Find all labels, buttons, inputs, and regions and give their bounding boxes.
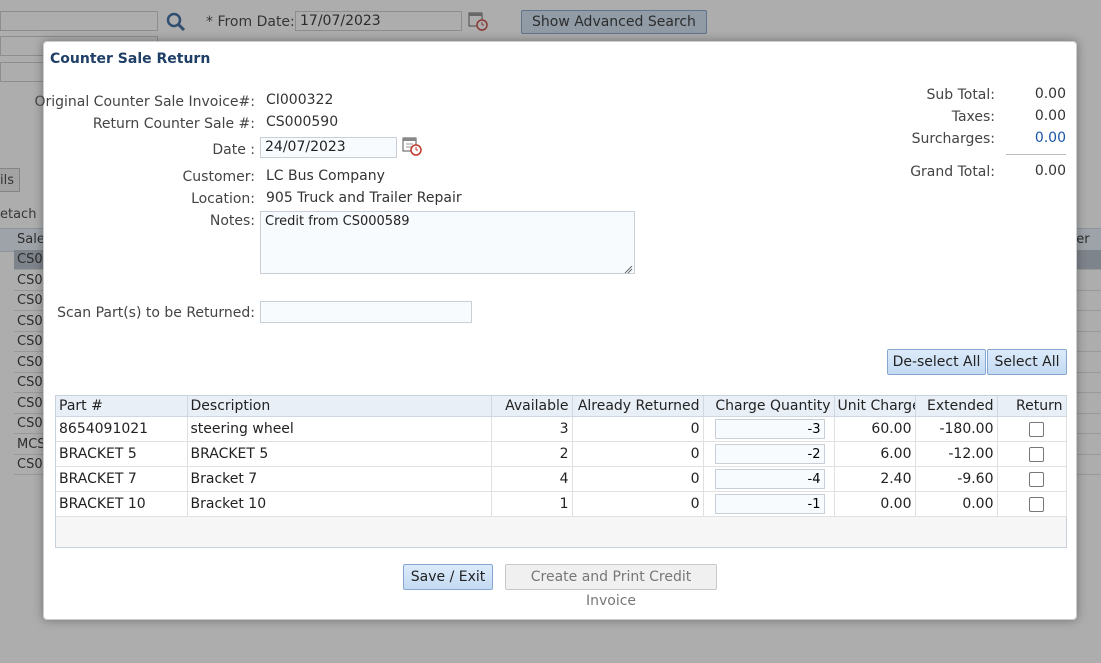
grand-total-label: Grand Total: <box>910 164 995 180</box>
return-sale-value: CS000590 <box>266 114 339 130</box>
parts-table: Part # Description Available Already Ret… <box>56 396 1067 517</box>
taxes-value: 0.00 <box>1034 108 1066 124</box>
col-return[interactable]: Return <box>997 396 1067 417</box>
part-number-cell: BRACKET 7 <box>56 466 188 492</box>
location-label: Location: <box>191 191 255 207</box>
scan-parts-input[interactable] <box>260 301 472 323</box>
charge-quantity-cell <box>703 466 835 492</box>
surcharges-link[interactable]: 0.00 <box>996 130 1066 146</box>
customer-value: LC Bus Company <box>266 168 385 184</box>
return-checkbox[interactable] <box>1028 446 1044 462</box>
extended-cell: -9.60 <box>915 466 998 492</box>
already-returned-cell: 0 <box>572 466 704 492</box>
unit-charge-cell: 2.40 <box>834 466 916 492</box>
table-header-row: Part # Description Available Already Ret… <box>56 396 1067 417</box>
original-invoice-label: Original Counter Sale Invoice#: <box>34 94 255 110</box>
unit-charge-cell: 6.00 <box>834 441 916 467</box>
charge-quantity-cell <box>703 441 835 467</box>
available-cell: 3 <box>491 416 573 442</box>
table-row[interactable]: BRACKET 10 Bracket 10 1 0 0.00 0.00 <box>56 491 1067 517</box>
part-number-cell: BRACKET 5 <box>56 441 188 467</box>
col-part-number[interactable]: Part # <box>56 396 188 417</box>
notes-label: Notes: <box>209 213 255 229</box>
extended-cell: -12.00 <box>915 441 998 467</box>
description-cell: steering wheel <box>187 416 492 442</box>
surcharges-label: Surcharges: <box>911 131 995 147</box>
col-unit-charge[interactable]: Unit Charge <box>834 396 916 417</box>
already-returned-cell: 0 <box>572 491 704 517</box>
return-checkbox[interactable] <box>1028 496 1044 512</box>
part-number-cell: BRACKET 10 <box>56 491 188 517</box>
col-available[interactable]: Available <box>491 396 573 417</box>
return-checkbox[interactable] <box>1028 471 1044 487</box>
available-cell: 1 <box>491 491 573 517</box>
original-invoice-value: CI000322 <box>266 92 334 108</box>
table-row[interactable]: BRACKET 5 BRACKET 5 2 0 6.00 -12.00 <box>56 441 1067 467</box>
col-already-returned[interactable]: Already Returned <box>572 396 704 417</box>
unit-charge-cell: 0.00 <box>834 491 916 517</box>
subtotal-value: 0.00 <box>1034 86 1066 102</box>
dialog-title: Counter Sale Return <box>50 51 211 67</box>
return-cell <box>997 416 1067 442</box>
charge-quantity-input[interactable] <box>714 444 825 464</box>
charge-quantity-cell <box>703 491 835 517</box>
description-cell: BRACKET 5 <box>187 441 492 467</box>
available-cell: 2 <box>491 441 573 467</box>
customer-label: Customer: <box>182 169 255 185</box>
return-cell <box>997 441 1067 467</box>
taxes-label: Taxes: <box>951 109 995 125</box>
resize-handle-icon[interactable] <box>624 263 633 278</box>
already-returned-cell: 0 <box>572 416 704 442</box>
return-checkbox[interactable] <box>1028 421 1044 437</box>
col-extended[interactable]: Extended <box>915 396 998 417</box>
unit-charge-cell: 60.00 <box>834 416 916 442</box>
location-value: 905 Truck and Trailer Repair <box>266 190 462 206</box>
scan-parts-label: Scan Part(s) to be Returned: <box>57 305 255 321</box>
available-cell: 4 <box>491 466 573 492</box>
description-cell: Bracket 10 <box>187 491 492 517</box>
already-returned-cell: 0 <box>572 441 704 467</box>
charge-quantity-cell <box>703 416 835 442</box>
part-number-cell: 8654091021 <box>56 416 188 442</box>
charge-quantity-input[interactable] <box>714 469 825 489</box>
date-label: Date : <box>212 142 255 158</box>
counter-sale-return-dialog: Counter Sale Return Original Counter Sal… <box>34 41 1077 620</box>
select-all-button[interactable]: Select All <box>987 349 1067 375</box>
parts-table-container: Part # Description Available Already Ret… <box>55 395 1067 548</box>
description-cell: Bracket 7 <box>187 466 492 492</box>
extended-cell: -180.00 <box>915 416 998 442</box>
subtotal-label: Sub Total: <box>926 87 995 103</box>
notes-textarea[interactable]: Credit from CS000589 <box>260 211 635 274</box>
deselect-all-button[interactable]: De-select All <box>887 349 986 375</box>
return-cell <box>997 491 1067 517</box>
table-row[interactable]: BRACKET 7 Bracket 7 4 0 2.40 -9.60 <box>56 466 1067 492</box>
return-sale-label: Return Counter Sale #: <box>92 116 255 132</box>
charge-quantity-input[interactable] <box>714 494 825 514</box>
save-exit-button[interactable]: Save / Exit <box>403 564 493 590</box>
charge-quantity-input[interactable] <box>714 419 825 439</box>
col-charge-quantity[interactable]: Charge Quantity <box>703 396 835 417</box>
create-print-credit-invoice-button[interactable]: Create and Print Credit Invoice <box>505 564 717 609</box>
totals-divider <box>1006 154 1066 155</box>
calendar-icon[interactable] <box>401 135 423 157</box>
grand-total-value: 0.00 <box>1034 163 1066 179</box>
col-description[interactable]: Description <box>187 396 492 417</box>
date-input[interactable]: 24/07/2023 <box>260 137 397 158</box>
extended-cell: 0.00 <box>915 491 998 517</box>
return-cell <box>997 466 1067 492</box>
table-row[interactable]: 8654091021 steering wheel 3 0 60.00 -180… <box>56 416 1067 442</box>
